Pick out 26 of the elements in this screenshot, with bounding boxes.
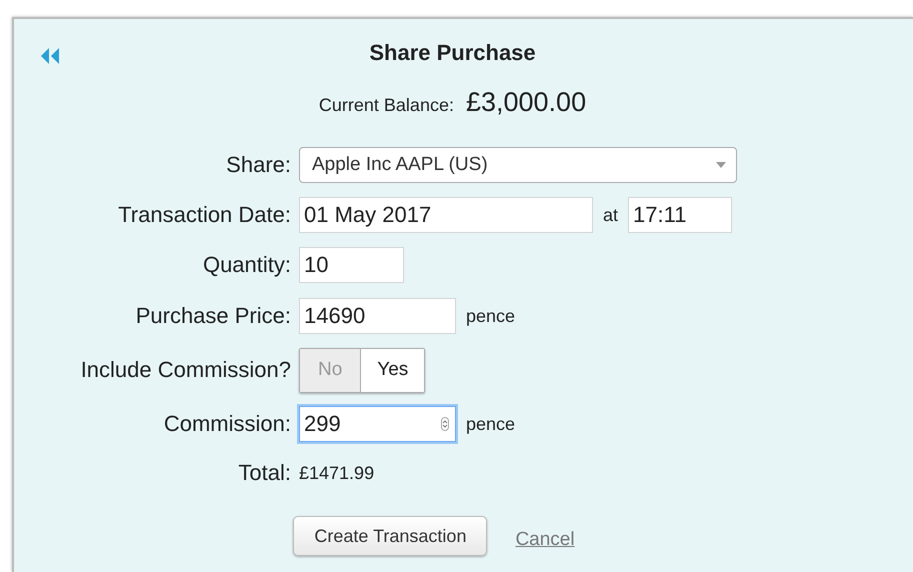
commission-field[interactable]: 299: [299, 406, 456, 442]
cancel-link[interactable]: Cancel: [515, 529, 575, 551]
quantity-field[interactable]: 10: [299, 247, 404, 283]
double-chevron-left-icon[interactable]: [40, 48, 60, 64]
field-label: Commission:: [162, 411, 291, 437]
unit-label: pence: [466, 306, 516, 326]
unit-label: pence: [466, 414, 516, 434]
field-label: Total:: [237, 460, 291, 486]
balance-value: £3,000.00: [466, 87, 586, 118]
field-label: Include Commission?: [80, 357, 291, 383]
at-label: at: [603, 204, 618, 226]
share-select[interactable]: Apple Inc AAPL (US): [299, 147, 737, 183]
field-label: Transaction Date:: [117, 202, 291, 228]
dialog-title: Share Purchase: [369, 40, 536, 66]
field-label: Share:: [225, 152, 291, 178]
total-value: £1471.99: [299, 462, 374, 484]
caret-icon: [716, 162, 726, 168]
balance-label: Current Balance:: [318, 95, 454, 116]
date-field[interactable]: 01 May 2017: [299, 197, 593, 233]
field-label: Purchase Price:: [134, 303, 291, 329]
field-label: Quantity:: [202, 252, 291, 278]
time-field[interactable]: 17:11: [628, 197, 732, 233]
toggle-option[interactable]: Yes: [360, 348, 424, 392]
create-transaction-button[interactable]: Create Transaction: [293, 516, 488, 556]
spinner-icon: [441, 417, 449, 431]
price-field[interactable]: 14690: [299, 298, 456, 334]
